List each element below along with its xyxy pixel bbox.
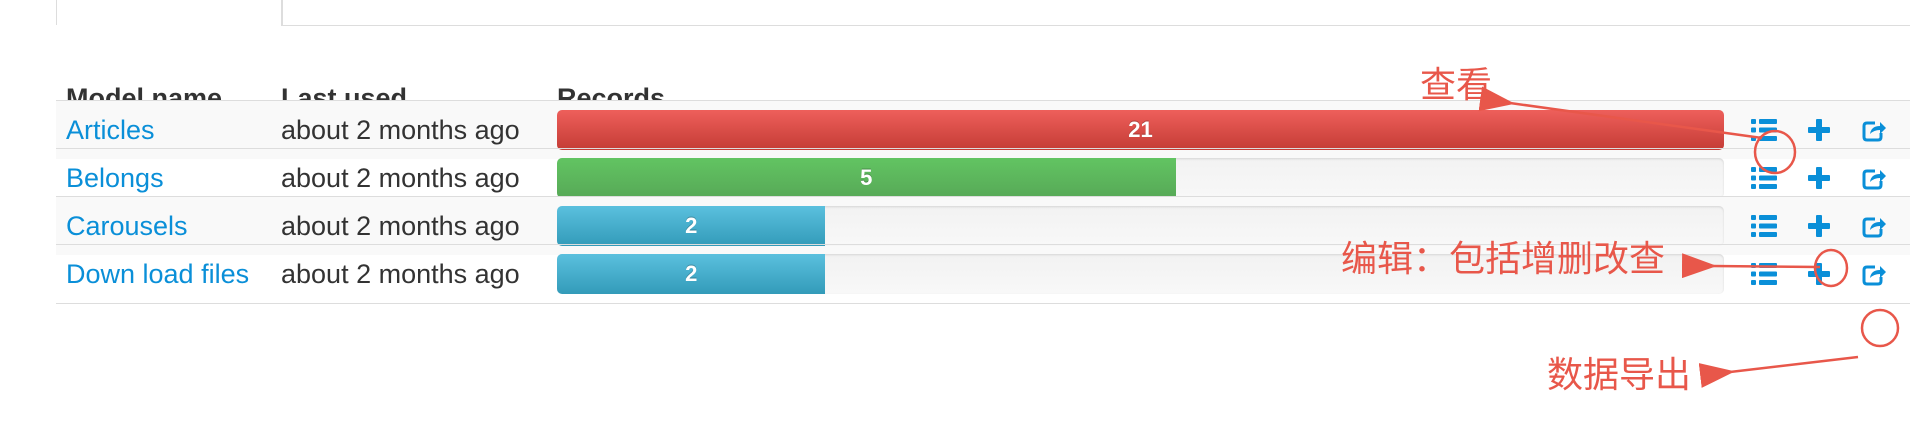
share-export-icon — [1862, 169, 1886, 190]
records-bar: 5 — [557, 158, 1176, 198]
share-export-icon — [1862, 121, 1886, 142]
records-progress: 5 — [557, 158, 1724, 198]
list-icon — [1751, 263, 1777, 285]
tab-strip — [56, 0, 1910, 26]
row-actions — [1744, 245, 1904, 303]
share-export-icon — [1862, 265, 1886, 286]
export-data-button[interactable] — [1854, 245, 1894, 303]
records-bar: 2 — [557, 254, 826, 294]
plus-icon — [1808, 119, 1830, 141]
records-bar: 21 — [557, 110, 1724, 150]
records-progress: 21 — [557, 110, 1724, 150]
add-record-button[interactable] — [1799, 245, 1839, 303]
active-tab[interactable] — [56, 0, 283, 25]
share-export-icon — [1862, 217, 1886, 238]
annotation-export: 数据导出 — [1547, 355, 1692, 396]
annotation-view: 查看 — [1420, 65, 1493, 106]
list-icon — [1751, 119, 1777, 141]
model-link-down-load-files[interactable]: Down load files — [66, 245, 249, 303]
list-icon — [1751, 167, 1777, 189]
plus-icon — [1808, 167, 1830, 189]
tab-content-border — [281, 0, 1910, 26]
plus-icon — [1808, 263, 1830, 285]
view-list-button[interactable] — [1744, 245, 1784, 303]
list-icon — [1751, 215, 1777, 237]
page: Model name Last used Records Articles ab… — [0, 0, 1910, 440]
annotation-edit: 编辑：包括增删改查 — [1341, 239, 1666, 280]
export-highlight-circle — [1860, 308, 1900, 348]
export-arrow — [1698, 355, 1859, 388]
plus-icon — [1808, 215, 1830, 237]
last-used-cell: about 2 months ago — [281, 259, 520, 289]
records-bar: 2 — [557, 206, 826, 246]
